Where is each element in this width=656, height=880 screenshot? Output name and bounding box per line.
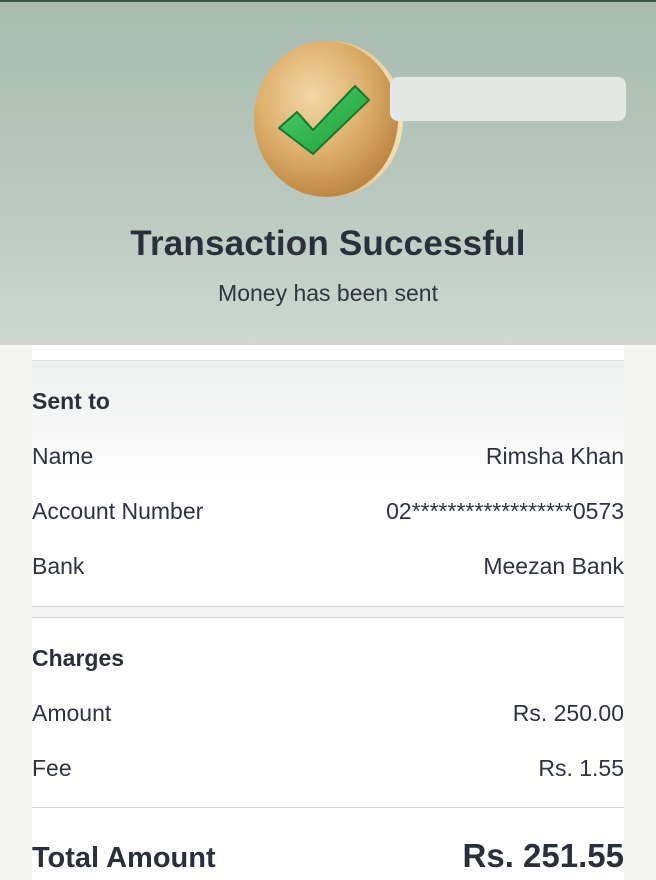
amount-value: Rs. 250.00 [512,699,624,726]
amount-row: Amount Rs. 250.00 [32,698,624,728]
amount-label: Amount [32,699,112,726]
section-divider [32,617,624,618]
account-number-value: 02******************0573 [386,497,624,524]
redacted-bar [390,77,626,121]
page-title: Transaction Successful [130,224,526,263]
account-number-label: Account Number [32,497,204,524]
name-label: Name [32,442,94,469]
success-header: Transaction Successful Money has been se… [0,0,656,345]
charges-heading: Charges [32,645,125,671]
total-row: Total Amount Rs. 251.55 [32,837,624,875]
section-separator [32,607,624,617]
name-row: Name Rimsha Khan [32,441,624,471]
total-amount-label: Total Amount [32,842,216,874]
page-subtitle: Money has been sent [218,280,438,306]
transaction-details-card: Sent to Name Rimsha Khan Account Number … [32,345,624,880]
bank-row: Bank Meezan Bank [32,551,624,581]
fee-label: Fee [32,754,72,781]
check-coin-icon [254,41,403,197]
fee-value: Rs. 1.55 [538,754,624,781]
fee-row: Fee Rs. 1.55 [32,753,624,783]
account-number-row: Account Number 02******************0573 [32,496,624,526]
bank-value: Meezan Bank [483,552,624,579]
bank-label: Bank [32,552,85,579]
name-value: Rimsha Khan [485,442,624,469]
total-amount-value: Rs. 251.55 [462,837,624,874]
total-divider [32,807,624,808]
sent-to-heading: Sent to [32,388,110,414]
